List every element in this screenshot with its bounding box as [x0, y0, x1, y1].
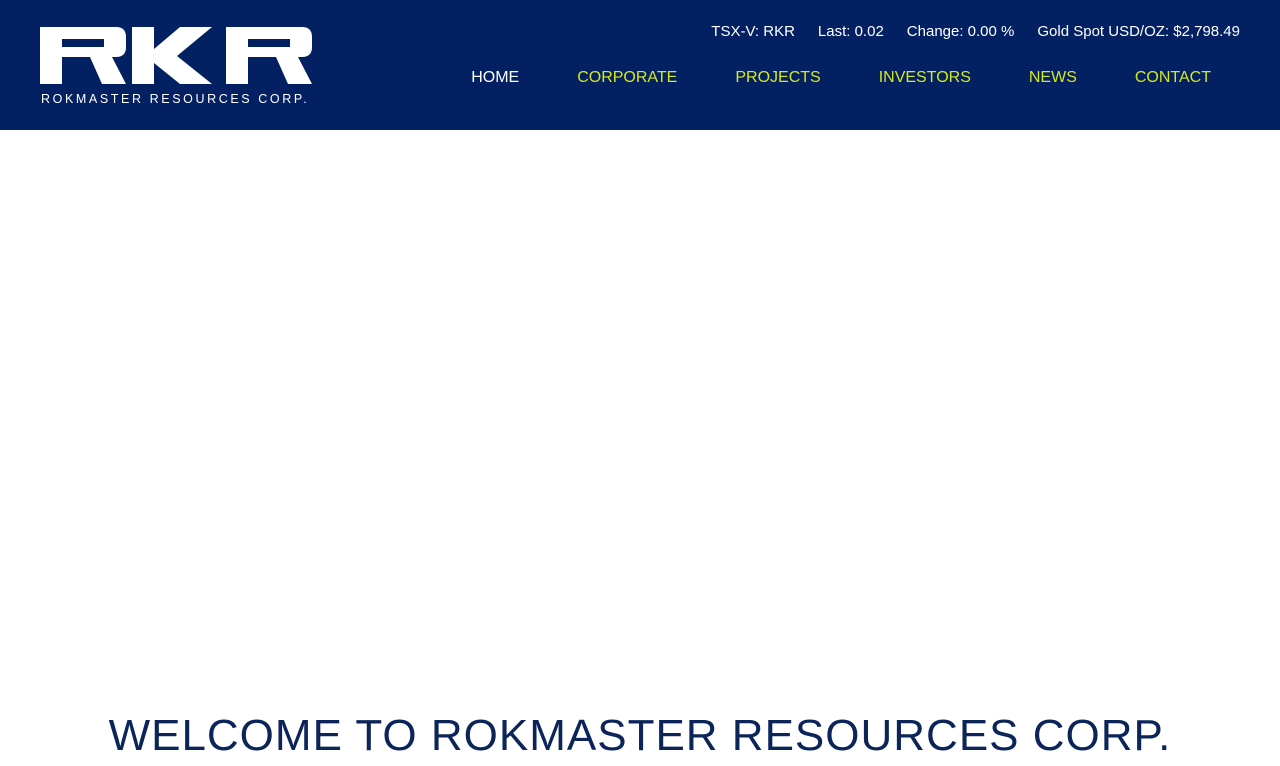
- nav-projects[interactable]: PROJECTS: [677, 68, 820, 88]
- ticker-gold-spot: Gold Spot USD/OZ: $2,798.49: [1037, 23, 1240, 40]
- welcome-heading: WELCOME TO ROKMASTER RESOURCES CORP.: [108, 711, 1172, 760]
- logo-tagline: ROKMASTER RESOURCES CORP.: [41, 92, 310, 106]
- main-nav: HOME CORPORATE PROJECTS INVESTORS NEWS C…: [471, 68, 1240, 88]
- nav-contact[interactable]: CONTACT: [1077, 68, 1240, 88]
- stock-ticker: TSX-V: RKR Last: 0.02 Change: 0.00 % Gol…: [711, 23, 1240, 40]
- site-header: ROKMASTER RESOURCES CORP. TSX-V: RKR Las…: [0, 0, 1280, 130]
- hero-area: [0, 130, 1280, 690]
- ticker-change: Change: 0.00 %: [906, 23, 1015, 40]
- nav-news[interactable]: NEWS: [971, 68, 1077, 88]
- nav-investors[interactable]: INVESTORS: [821, 68, 971, 88]
- rkr-logo-mark: [40, 27, 312, 84]
- nav-corporate[interactable]: CORPORATE: [519, 68, 677, 88]
- company-logo[interactable]: ROKMASTER RESOURCES CORP.: [40, 27, 312, 107]
- ticker-symbol: TSX-V: RKR: [711, 23, 795, 40]
- ticker-last-price: Last: 0.02: [817, 23, 884, 40]
- nav-home[interactable]: HOME: [471, 68, 519, 88]
